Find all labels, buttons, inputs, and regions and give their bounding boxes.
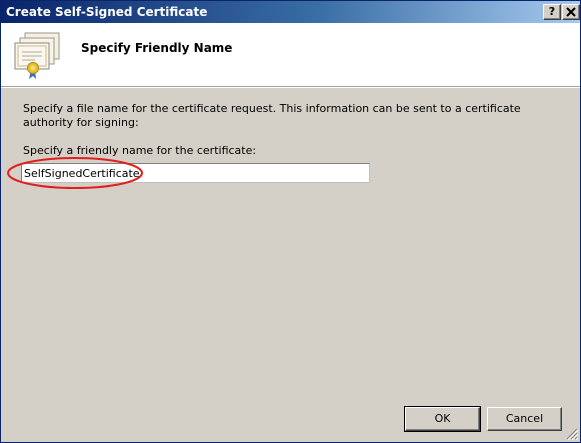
help-button[interactable]: ? [543, 4, 561, 20]
friendly-name-input[interactable] [21, 163, 370, 183]
help-icon: ? [548, 5, 556, 18]
window-title: Create Self-Signed Certificate [6, 5, 208, 19]
ok-button[interactable]: OK [404, 406, 481, 432]
cancel-button[interactable]: Cancel [487, 407, 562, 431]
page-title: Specify Friendly Name [81, 41, 233, 55]
title-bar[interactable]: Create Self-Signed Certificate ? [1, 1, 580, 23]
wizard-header: Specify Friendly Name [1, 23, 580, 87]
instruction-text: Specify a file name for the certificate … [23, 102, 521, 129]
close-icon [566, 7, 576, 17]
resize-grip-icon[interactable] [566, 428, 578, 440]
certificate-icon [14, 32, 60, 79]
friendly-name-label: Specify a friendly name for the certific… [23, 144, 257, 157]
close-button[interactable] [562, 4, 580, 20]
header-divider [1, 87, 580, 88]
dialog-window: Create Self-Signed Certificate ? Specify… [0, 0, 581, 443]
